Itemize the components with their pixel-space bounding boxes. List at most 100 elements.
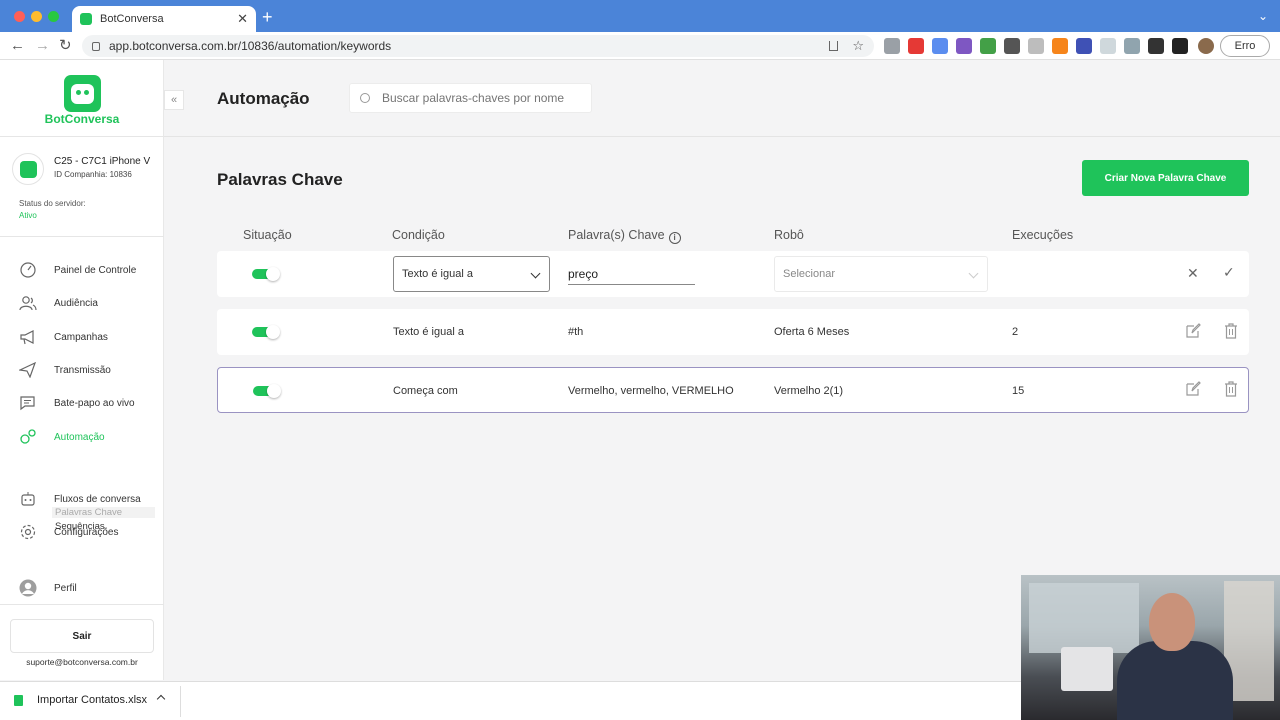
users-icon [19, 296, 37, 311]
extension-mask-icon[interactable] [1076, 38, 1092, 54]
webcam-person-body [1117, 641, 1233, 720]
webcam-person-head [1149, 593, 1195, 651]
gears-icon [20, 429, 36, 444]
profile-avatar-icon [19, 579, 37, 597]
sidebar-item-perfil[interactable]: Perfil [0, 578, 164, 598]
chevron-down-icon [530, 268, 541, 279]
edit-icon[interactable] [1185, 381, 1201, 397]
sidebar-item-label: Audiência [54, 297, 98, 309]
search-icon [360, 93, 370, 103]
executions-cell: 15 [1012, 385, 1025, 397]
sidebar-item-label: Fluxos de conversa [54, 493, 141, 505]
extension-circle-icon[interactable] [1028, 38, 1044, 54]
search-input[interactable] [382, 91, 582, 105]
sidebar-item-audiencia[interactable]: Audiência [0, 293, 164, 313]
column-header-execucoes: Execuções [1012, 228, 1074, 242]
close-window-button[interactable] [14, 11, 25, 22]
browser-tab[interactable]: BotConversa ✕ [72, 6, 256, 32]
status-toggle[interactable] [252, 325, 280, 339]
column-header-situacao: Situação [243, 228, 292, 242]
extension-box-icon[interactable] [1124, 38, 1140, 54]
sidebar-item-automacao[interactable]: Automação [0, 427, 164, 447]
header-divider [164, 136, 1280, 137]
sidebar-item-label: Automação [54, 431, 105, 443]
extensions-puzzle-icon[interactable] [1148, 38, 1164, 54]
back-arrow-icon[interactable]: ← [10, 37, 25, 55]
tab-search-chevron-icon[interactable]: ⌄ [1258, 9, 1268, 23]
logout-button[interactable]: Sair [10, 619, 154, 653]
search-box[interactable] [349, 83, 592, 113]
robot-icon [21, 492, 35, 506]
lock-icon [92, 41, 100, 51]
send-icon [19, 362, 36, 378]
bookmark-star-icon[interactable]: ☆ [852, 38, 864, 54]
reload-icon[interactable]: ↻ [59, 37, 72, 55]
profile-avatar-icon[interactable] [1198, 38, 1214, 54]
minimize-window-button[interactable] [31, 11, 42, 22]
extension-gear-icon[interactable] [956, 38, 972, 54]
sidebar-item-label: Campanhas [54, 331, 108, 343]
bot-cell: Vermelho 2(1) [774, 385, 844, 397]
browser-toolbar: ← → ↻ app.botconversa.com.br/10836/autom… [0, 32, 1280, 60]
address-bar[interactable]: app.botconversa.com.br/10836/automation/… [82, 35, 874, 57]
share-icon[interactable] [829, 41, 839, 51]
chevron-down-icon [968, 268, 979, 279]
create-keyword-button[interactable]: Criar Nova Palavra Chave [1082, 160, 1249, 196]
new-tab-icon[interactable]: + [262, 8, 273, 26]
sidebar-item-label: Transmissão [54, 364, 111, 376]
extension-bw-icon[interactable] [980, 38, 996, 54]
extension-youtube-icon[interactable] [908, 38, 924, 54]
executions-cell: 2 [1012, 326, 1019, 338]
profile-error-button[interactable]: Erro [1220, 35, 1270, 57]
webcam-monitor [1061, 647, 1113, 691]
forward-arrow-icon[interactable]: → [35, 37, 50, 55]
extension-f-icon[interactable] [1004, 38, 1020, 54]
info-icon[interactable]: i [668, 232, 681, 244]
edit-icon[interactable] [1185, 323, 1201, 339]
extension-code-icon[interactable] [884, 38, 900, 54]
condition-select[interactable]: Texto é igual a [393, 256, 550, 292]
condition-cell: Começa com [393, 385, 458, 397]
extension-fox-icon[interactable] [1052, 38, 1068, 54]
close-tab-icon[interactable]: ✕ [237, 11, 248, 27]
chevron-up-icon[interactable] [156, 694, 166, 704]
confirm-edit-icon[interactable]: ✓ [1223, 264, 1235, 281]
support-email[interactable]: suporte@botconversa.com.br [0, 657, 164, 667]
maximize-window-button[interactable] [48, 11, 59, 22]
bot-select[interactable]: Selecionar [774, 256, 988, 292]
brand-name: BotConversa [44, 112, 120, 126]
condition-select-value: Texto é igual a [402, 268, 473, 280]
condition-cell: Texto é igual a [393, 326, 464, 338]
spreadsheet-file-icon [14, 694, 23, 706]
trash-icon[interactable] [1224, 381, 1238, 397]
extensions-row [884, 38, 1188, 54]
webcam-background-window [1029, 583, 1139, 653]
cancel-edit-icon[interactable]: ✕ [1187, 265, 1199, 282]
webcam-overlay [1021, 575, 1280, 720]
sidebar-item-fluxos[interactable]: Fluxos de conversa [0, 489, 164, 509]
status-toggle[interactable] [252, 267, 280, 281]
trash-icon[interactable] [1224, 323, 1238, 339]
gear-icon [20, 524, 36, 540]
sidebar-divider [0, 604, 164, 605]
sidebar-item-bate-papo[interactable]: Bate-papo ao vivo [0, 393, 164, 413]
sidebar-item-label: Painel de Controle [54, 264, 137, 276]
sidebar-item-transmissao[interactable]: Transmissão [0, 360, 164, 380]
keywords-cell: Vermelho, vermelho, VERMELHO [568, 385, 734, 397]
status-toggle[interactable] [253, 384, 281, 398]
server-status-value: Ativo [19, 211, 37, 220]
download-item[interactable]: Importar Contatos.xlsx [14, 694, 147, 706]
section-title: Palavras Chave [217, 170, 343, 189]
extension-shield-icon[interactable] [1100, 38, 1116, 54]
megaphone-icon [20, 330, 34, 345]
download-filename: Importar Contatos.xlsx [37, 694, 148, 706]
company-avatar[interactable] [12, 153, 44, 185]
sidebar-item-configuracoes[interactable]: Configurações [0, 522, 164, 542]
sidebar-item-campanhas[interactable]: Campanhas [0, 327, 164, 347]
collapse-sidebar-icon[interactable]: « [164, 90, 184, 110]
botconversa-logo-icon [64, 75, 101, 112]
side-panel-icon[interactable] [1172, 38, 1188, 54]
sidebar-item-painel-de-controle[interactable]: Painel de Controle [0, 260, 164, 280]
keyword-input[interactable] [568, 264, 695, 285]
extension-panel-icon[interactable] [932, 38, 948, 54]
